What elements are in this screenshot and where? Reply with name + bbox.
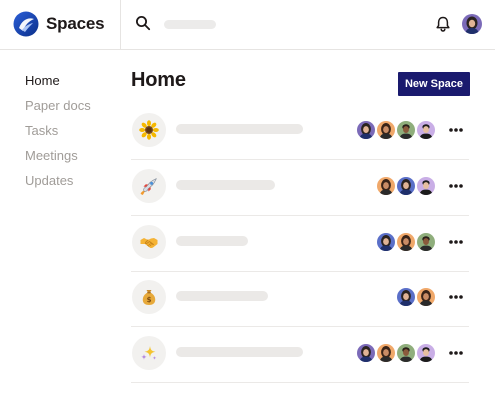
avatar [395,119,417,141]
search-icon[interactable] [135,15,151,31]
space-row[interactable]: $ [131,271,469,327]
avatar [415,119,437,141]
more-options-icon[interactable] [448,347,464,359]
app-name: Spaces [46,14,105,33]
sidebar-item-paper-docs[interactable]: Paper docs [25,98,91,113]
member-avatars [355,119,441,141]
space-row[interactable] [131,160,469,216]
space-name-placeholder [176,236,248,246]
avatar [375,175,397,197]
spaces-logo-icon[interactable] [13,11,39,37]
avatar [395,342,417,364]
space-name-placeholder [176,291,268,301]
member-avatars [395,286,441,308]
avatar [395,175,417,197]
sidebar-item-updates[interactable]: Updates [25,173,73,188]
more-options-icon[interactable] [448,291,464,303]
sparkles-icon [132,336,166,370]
top-bar: Spaces [0,0,495,50]
bell-icon[interactable] [434,15,452,33]
more-options-icon[interactable] [448,236,464,248]
member-avatars [355,342,441,364]
brand: Spaces [0,0,121,50]
space-name-placeholder [176,347,303,357]
search-input[interactable] [164,20,216,29]
avatar [375,342,397,364]
sidebar-item-home[interactable]: Home [25,73,60,88]
avatar [415,231,437,253]
svg-text:$: $ [147,296,152,304]
user-avatar[interactable] [462,14,482,34]
avatar [375,119,397,141]
space-name-placeholder [176,180,275,190]
handshake-icon [132,225,166,259]
avatar [395,231,417,253]
avatar [355,342,377,364]
space-row[interactable] [131,104,469,160]
new-space-button[interactable]: New Space [398,72,470,96]
space-row[interactable] [131,327,469,383]
page-title: Home [131,69,186,91]
member-avatars [375,231,441,253]
more-options-icon[interactable] [448,124,464,136]
avatar [415,175,437,197]
avatar [375,231,397,253]
sidebar-item-tasks[interactable]: Tasks [25,123,58,138]
money-bag-icon: $ [132,280,166,314]
rocket-icon [132,169,166,203]
avatar [395,286,417,308]
avatar [415,342,437,364]
avatar [415,286,437,308]
more-options-icon[interactable] [448,180,464,192]
avatar [355,119,377,141]
member-avatars [375,175,441,197]
sidebar-item-meetings[interactable]: Meetings [25,148,78,163]
space-row[interactable] [131,216,469,272]
space-name-placeholder [176,124,303,134]
sunflower-icon [132,113,166,147]
